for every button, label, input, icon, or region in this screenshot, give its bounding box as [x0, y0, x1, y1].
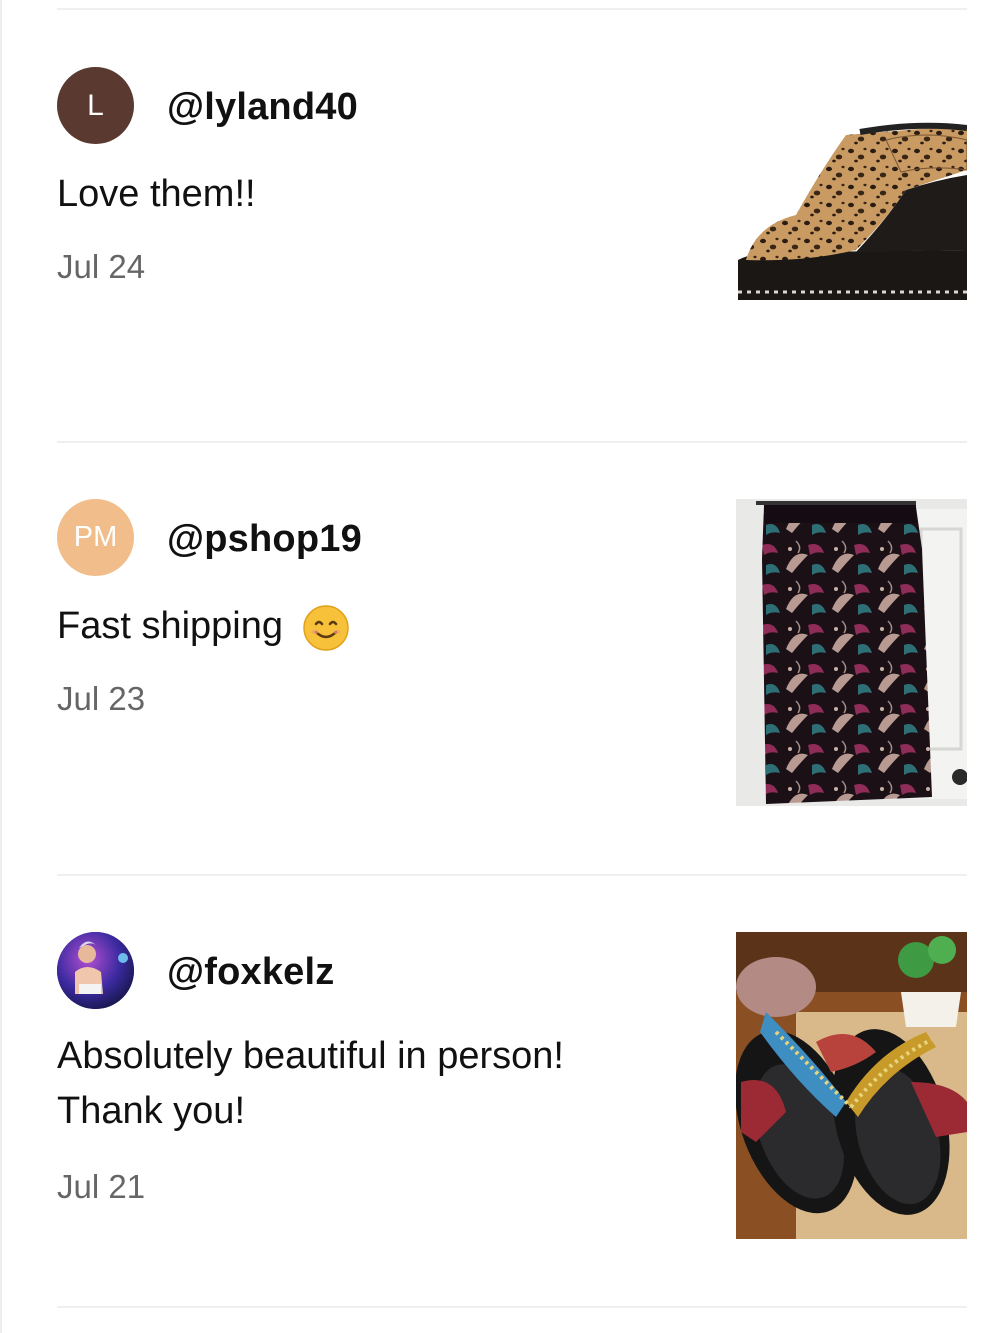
review-item: PM @pshop19 Fast shipping Jul 23: [0, 442, 1000, 873]
leopard-sandal-image: [738, 122, 967, 300]
review-photo-slide-sandals[interactable]: [736, 932, 967, 1239]
review-photo-floral-skirt[interactable]: [736, 499, 967, 806]
avatar[interactable]: PM: [57, 499, 134, 576]
slide-sandals-image: [736, 932, 967, 1239]
review-comment: Love them!!: [57, 173, 256, 215]
smiling-face-emoji-icon: [302, 605, 349, 651]
user-photo-avatar: [57, 932, 134, 1009]
review-item: L @lyland40 Love them!! Jul 24: [0, 10, 1000, 441]
reviews-page: L @lyland40 Love them!! Jul 24 PM @pshop…: [0, 0, 1000, 1333]
avatar[interactable]: L: [57, 67, 134, 144]
floral-skirt-image: [736, 499, 967, 806]
reviewer-username[interactable]: @pshop19: [167, 518, 362, 561]
review-comment: Absolutely beautiful in person! Thank yo…: [57, 1029, 677, 1139]
avatar[interactable]: [57, 932, 134, 1009]
avatar-letter: L: [87, 88, 104, 122]
divider: [57, 1306, 967, 1308]
review-date: Jul 23: [57, 680, 146, 717]
reviewer-username[interactable]: @foxkelz: [167, 951, 334, 994]
review-comment-text: Fast shipping: [57, 605, 284, 647]
review-comment: Fast shipping: [57, 599, 677, 654]
review-item: @foxkelz Absolutely beautiful in person!…: [0, 875, 1000, 1306]
review-comment-line: Thank you!: [57, 1090, 245, 1132]
avatar-initials: PM: [73, 521, 118, 553]
review-date: Jul 21: [57, 1168, 146, 1205]
review-photo-leopard-sandal[interactable]: [736, 110, 967, 310]
reviewer-username[interactable]: @lyland40: [167, 86, 358, 129]
review-comment-line: Absolutely beautiful in person!: [57, 1035, 564, 1077]
review-date: Jul 24: [57, 248, 146, 285]
